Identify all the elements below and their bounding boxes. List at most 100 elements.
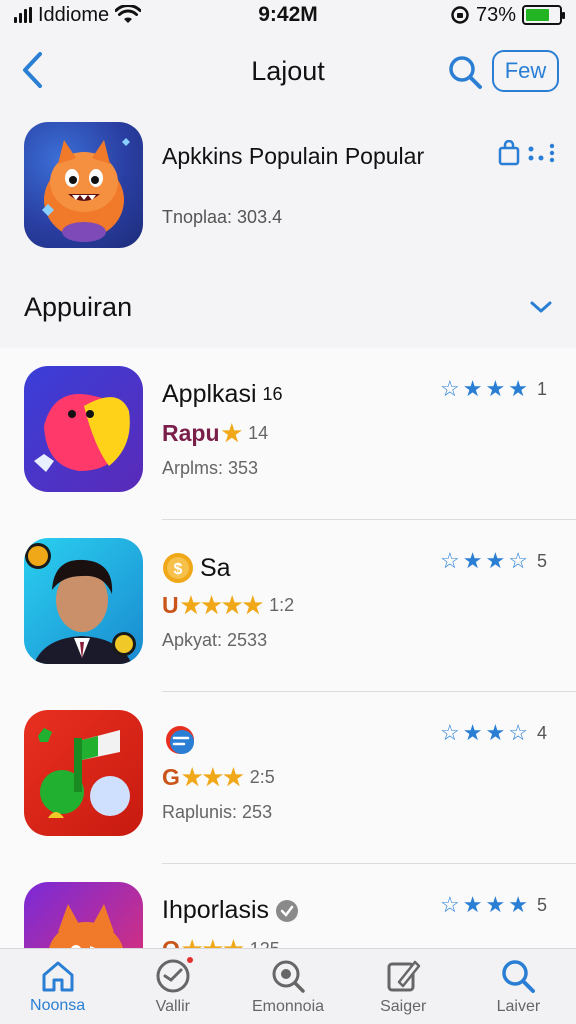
star-outline-icon: ☆ <box>508 548 528 573</box>
tab-clock[interactable]: Vallir <box>115 949 230 1024</box>
chevron-left-icon <box>23 52 42 88</box>
rotation-lock-icon <box>451 6 469 24</box>
back-button[interactable] <box>12 48 52 92</box>
app-meta: Apkyat: 2533 <box>162 630 268 650</box>
search-button[interactable] <box>444 52 486 92</box>
featured-app-title: Apkkins Populain Popular <box>162 143 425 169</box>
rating-count: 5 <box>536 550 547 571</box>
magnifier-icon <box>272 960 305 993</box>
section-header: Appuiran <box>0 270 576 348</box>
coin-icon: $ <box>163 553 193 583</box>
app-sub-stars: ★ <box>221 420 243 446</box>
few-button[interactable]: Few <box>492 50 559 92</box>
star-icon: ★ <box>462 720 483 745</box>
chat-badge-icon <box>166 726 194 754</box>
battery-percent: 73% <box>475 3 516 26</box>
star-outline-icon: ☆ <box>440 376 460 401</box>
tab-label: Laiver <box>496 997 541 1015</box>
app-subtitle: O ★★★ 125 <box>162 936 280 948</box>
app-sub-prefix: O <box>162 936 180 948</box>
notification-dot <box>187 957 194 963</box>
list-item[interactable]: Ihporlasis O ★★★ 125 ☆ ★ ★ ★ 5 <box>0 864 576 948</box>
app-name-text: Sa <box>200 553 231 582</box>
app-sub-stars: ★★★★ <box>180 592 264 618</box>
star-icon: ★ <box>462 548 483 573</box>
star-icon: ★ <box>485 720 506 745</box>
app-icon <box>24 882 143 948</box>
section-expand-button[interactable] <box>526 292 556 322</box>
app-list: Applkasi 16 Rapu ★ 14 Arplms: 353 ☆ ★ ★ … <box>0 348 576 948</box>
app-sub-stars: ★★★ <box>181 764 244 790</box>
star-outline-icon: ☆ <box>440 892 460 917</box>
star-icon: ★ <box>462 376 483 401</box>
app-meta: Raplunis: 253 <box>162 802 273 822</box>
rating-count: 5 <box>536 894 547 915</box>
app-meta: Arplms: 353 <box>162 458 259 478</box>
app-icon <box>24 710 143 836</box>
app-name-text: Ihporlasis <box>162 896 269 924</box>
chevron-down-icon <box>530 301 552 313</box>
tab-search[interactable]: Laiver <box>461 949 576 1024</box>
rating-count: 4 <box>536 722 547 743</box>
list-item[interactable]: G ★★★ 2:5 Raplunis: 253 ☆ ★ ★ ☆ 4 <box>0 692 576 864</box>
featured-app[interactable]: Apkkins Populain Popular <box>0 110 576 260</box>
app-name: Ihporlasis <box>162 896 299 925</box>
app-subtitle: U ★★★★ 1:2 <box>162 592 294 619</box>
app-icon <box>24 366 143 492</box>
star-icon: ★ <box>485 376 506 401</box>
navigation-bar: Lajout Few <box>0 36 576 106</box>
tab-explore[interactable]: Emonnoia <box>230 949 345 1024</box>
tab-home[interactable]: Noonsa <box>0 949 115 1024</box>
featured-actions[interactable] <box>498 140 556 166</box>
featured-app-meta: Tnoplaa: 303.4 <box>162 207 283 227</box>
star-icon: ★ <box>485 892 506 917</box>
app-name: $ Sa <box>162 552 231 584</box>
clock-icon <box>156 959 190 992</box>
search-icon <box>502 959 536 993</box>
carrier-label: Iddiome <box>38 3 110 26</box>
tab-label: Saiger <box>380 997 427 1015</box>
app-sub-prefix: Rapu <box>162 420 220 446</box>
list-item[interactable]: $ Sa U ★★★★ 1:2 Apkyat: 2533 ☆ ★ ★ ☆ 5 <box>0 520 576 692</box>
app-rating: ☆ ★ ★ ★ 1 <box>440 378 547 400</box>
star-icon: ★ <box>508 892 528 917</box>
signal-icon <box>14 7 32 23</box>
app-rating: ☆ ★ ★ ☆ 4 <box>440 722 547 744</box>
app-sub-count: 1:2 <box>269 595 295 615</box>
star-outline-icon: ☆ <box>440 720 460 745</box>
tab-bar: Noonsa Vallir Emonnoia Saiger Laiver <box>0 948 576 1024</box>
search-icon <box>449 56 482 89</box>
app-sub-prefix: U <box>162 592 179 618</box>
app-name <box>162 724 200 760</box>
battery-level <box>526 9 550 21</box>
app-name-badge: 16 <box>262 384 283 404</box>
rating-count: 1 <box>536 378 547 399</box>
app-name-text: Applkasi <box>162 380 257 408</box>
verified-badge-icon <box>276 899 298 922</box>
page-title: Lajout <box>251 56 325 86</box>
app-rating: ☆ ★ ★ ☆ 5 <box>440 550 547 572</box>
star-icon: ★ <box>462 892 483 917</box>
app-sub-count: 125 <box>250 939 280 948</box>
app-icon <box>24 538 143 664</box>
app-sub-stars: ★★★ <box>182 936 244 948</box>
app-rating: ☆ ★ ★ ★ 5 <box>440 894 547 916</box>
app-name: Applkasi 16 <box>162 380 283 409</box>
app-subtitle: Rapu ★ 14 <box>162 420 268 447</box>
section-title: Appuiran <box>24 292 133 322</box>
wifi-icon <box>115 5 142 23</box>
star-outline-icon: ☆ <box>440 548 460 573</box>
home-icon <box>42 961 74 991</box>
star-icon: ★ <box>485 548 506 573</box>
app-sub-prefix: G <box>162 764 180 790</box>
app-sub-count: 2:5 <box>249 767 275 787</box>
list-item[interactable]: Applkasi 16 Rapu ★ 14 Arplms: 353 ☆ ★ ★ … <box>0 348 576 520</box>
svg-text:$: $ <box>174 561 183 578</box>
tab-edit[interactable]: Saiger <box>346 949 461 1024</box>
more-options-icon <box>528 143 555 163</box>
app-subtitle: G ★★★ 2:5 <box>162 764 275 791</box>
star-icon: ★ <box>508 376 528 401</box>
star-outline-icon: ☆ <box>508 720 528 745</box>
bag-icon <box>498 140 520 166</box>
featured-app-icon <box>24 122 143 248</box>
